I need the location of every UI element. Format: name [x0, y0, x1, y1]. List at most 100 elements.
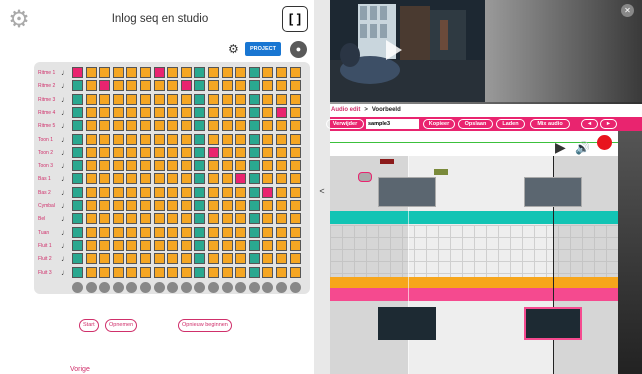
step-cell[interactable] — [85, 266, 97, 278]
step-cell[interactable] — [276, 146, 287, 158]
step-cell[interactable] — [140, 186, 151, 198]
step-cell[interactable] — [221, 200, 233, 211]
step-cell[interactable] — [72, 146, 83, 158]
step-cell[interactable] — [99, 146, 111, 158]
step-cell[interactable] — [289, 133, 301, 145]
step-cell[interactable] — [167, 213, 179, 225]
step-cell[interactable] — [262, 160, 274, 172]
step-cell[interactable] — [99, 173, 111, 185]
step-cell[interactable] — [140, 80, 151, 92]
step-cell[interactable] — [276, 213, 287, 225]
note-icon[interactable]: ♩ — [60, 80, 70, 92]
play-icon[interactable]: ▶ — [555, 139, 566, 156]
step-cell[interactable] — [153, 213, 165, 225]
breadcrumb-audio-edit[interactable]: Audio edit — [331, 107, 360, 113]
project-button[interactable]: PROJECT — [245, 42, 281, 56]
step-cell[interactable] — [248, 173, 260, 185]
step-cell[interactable] — [248, 160, 260, 172]
clip-thumbnail[interactable] — [524, 177, 582, 207]
step-cell[interactable] — [221, 146, 233, 158]
step-cell[interactable] — [248, 226, 260, 238]
step-cell[interactable] — [194, 213, 206, 225]
step-cell[interactable] — [126, 253, 138, 265]
step-cell[interactable] — [276, 239, 287, 251]
step-cell[interactable] — [126, 146, 138, 158]
step-cell[interactable] — [153, 160, 165, 172]
step-cell[interactable] — [208, 173, 219, 185]
step-cell[interactable] — [126, 93, 138, 105]
step-cell[interactable] — [289, 67, 301, 78]
step-cell[interactable] — [72, 67, 83, 78]
step-cell[interactable] — [248, 67, 260, 78]
next-arrow-button[interactable]: ► — [600, 119, 617, 129]
load-button[interactable]: Laden — [496, 119, 525, 129]
step-cell[interactable] — [248, 80, 260, 92]
step-cell[interactable] — [194, 160, 206, 172]
step-cell[interactable] — [99, 266, 111, 278]
step-cell[interactable] — [208, 253, 219, 265]
step-cell[interactable] — [72, 186, 83, 198]
remove-button[interactable]: Verwijder — [326, 119, 364, 129]
step-cell[interactable] — [235, 160, 247, 172]
step-cell[interactable] — [72, 160, 83, 172]
step-cell[interactable] — [221, 266, 233, 278]
step-cell[interactable] — [262, 80, 274, 92]
step-cell[interactable] — [153, 253, 165, 265]
step-cell[interactable] — [221, 186, 233, 198]
step-cell[interactable] — [235, 266, 247, 278]
step-cell[interactable] — [276, 120, 287, 132]
step-cell[interactable] — [167, 239, 179, 251]
note-icon[interactable]: ♩ — [60, 213, 70, 225]
step-cell[interactable] — [248, 200, 260, 211]
note-icon[interactable]: ♩ — [60, 173, 70, 185]
step-cell[interactable] — [194, 186, 206, 198]
step-cell[interactable] — [180, 200, 192, 211]
clip-thumbnail[interactable] — [378, 177, 436, 207]
step-cell[interactable] — [126, 186, 138, 198]
step-cell[interactable] — [153, 186, 165, 198]
step-cell[interactable] — [194, 133, 206, 145]
step-cell[interactable] — [276, 253, 287, 265]
step-cell[interactable] — [276, 226, 287, 238]
step-cell[interactable] — [99, 133, 111, 145]
step-cell[interactable] — [248, 120, 260, 132]
step-cell[interactable] — [221, 253, 233, 265]
step-cell[interactable] — [140, 120, 151, 132]
step-cell[interactable] — [180, 67, 192, 78]
step-cell[interactable] — [289, 239, 301, 251]
step-cell[interactable] — [180, 253, 192, 265]
fullscreen-button[interactable]: [ ] — [282, 6, 308, 32]
note-icon[interactable]: ♩ — [60, 147, 70, 159]
step-cell[interactable] — [289, 253, 301, 265]
step-cell[interactable] — [126, 120, 138, 132]
step-cell[interactable] — [126, 80, 138, 92]
step-cell[interactable] — [194, 106, 206, 118]
note-icon[interactable]: ♩ — [60, 160, 70, 172]
step-cell[interactable] — [126, 67, 138, 78]
step-cell[interactable] — [85, 120, 97, 132]
step-cell[interactable] — [248, 239, 260, 251]
step-cell[interactable] — [85, 200, 97, 211]
step-cell[interactable] — [194, 253, 206, 265]
step-cell[interactable] — [99, 239, 111, 251]
step-cell[interactable] — [180, 160, 192, 172]
step-cell[interactable] — [235, 200, 247, 211]
step-cell[interactable] — [153, 120, 165, 132]
step-cell[interactable] — [208, 93, 219, 105]
step-cell[interactable] — [153, 133, 165, 145]
step-cell[interactable] — [167, 80, 179, 92]
step-cell[interactable] — [112, 67, 124, 78]
step-cell[interactable] — [167, 160, 179, 172]
start-button[interactable]: Start — [79, 319, 99, 332]
step-cell[interactable] — [85, 239, 97, 251]
step-cell[interactable] — [180, 146, 192, 158]
step-cell[interactable] — [99, 80, 111, 92]
step-cell[interactable] — [235, 213, 247, 225]
step-cell[interactable] — [85, 213, 97, 225]
step-cell[interactable] — [99, 120, 111, 132]
step-cell[interactable] — [167, 133, 179, 145]
step-cell[interactable] — [235, 106, 247, 118]
step-cell[interactable] — [276, 93, 287, 105]
project-settings-icon[interactable]: ⚙ — [228, 42, 239, 56]
step-cell[interactable] — [221, 106, 233, 118]
